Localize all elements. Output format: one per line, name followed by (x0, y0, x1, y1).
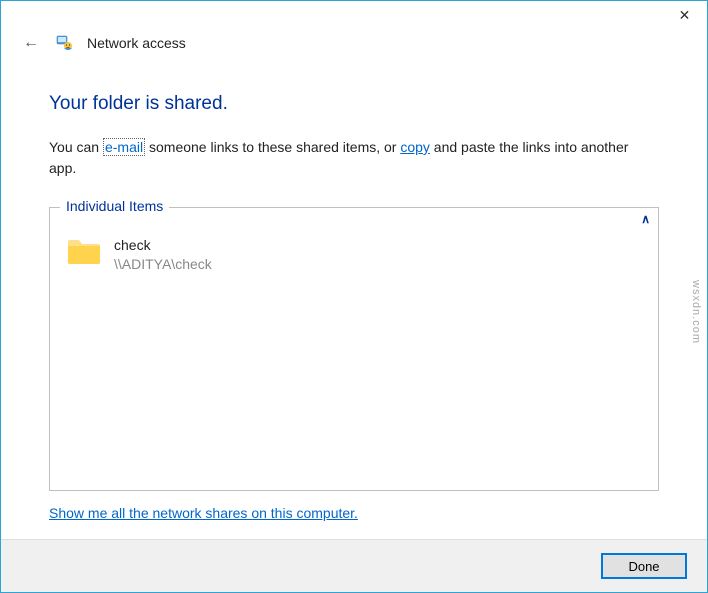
header: ← Network access (1, 31, 707, 63)
folder-icon (66, 236, 102, 266)
footer: Done (1, 539, 707, 592)
header-title: Network access (87, 35, 186, 51)
description-text: You can e-mail someone links to these sh… (49, 137, 659, 179)
items-legend: Individual Items (60, 198, 169, 214)
chevron-up-icon: ∧ (641, 212, 650, 226)
desc-part2: someone links to these shared items, or (145, 139, 400, 155)
network-access-icon (55, 33, 75, 53)
item-path: \\ADITYA\check (114, 255, 212, 274)
content-area: Your folder is shared. You can e-mail so… (1, 63, 707, 539)
close-icon: ✕ (679, 7, 691, 24)
shared-item-row[interactable]: check \\ADITYA\check (62, 224, 646, 286)
collapse-button[interactable]: ∧ (641, 212, 650, 226)
close-button[interactable]: ✕ (662, 1, 707, 29)
back-arrow-icon: ← (23, 34, 39, 52)
individual-items-box: Individual Items ∧ check \\ADITYA\check (49, 207, 659, 491)
main-heading: Your folder is shared. (49, 93, 659, 115)
done-button[interactable]: Done (601, 553, 687, 579)
email-link[interactable]: e-mail (103, 138, 145, 156)
item-text: check \\ADITYA\check (114, 236, 212, 274)
titlebar: ✕ (1, 1, 707, 31)
copy-link[interactable]: copy (400, 139, 430, 155)
item-name: check (114, 236, 212, 255)
show-all-shares-link[interactable]: Show me all the network shares on this c… (49, 505, 659, 521)
back-button[interactable]: ← (19, 31, 43, 55)
watermark: wsxdn.com (690, 280, 702, 344)
desc-part1: You can (49, 139, 103, 155)
